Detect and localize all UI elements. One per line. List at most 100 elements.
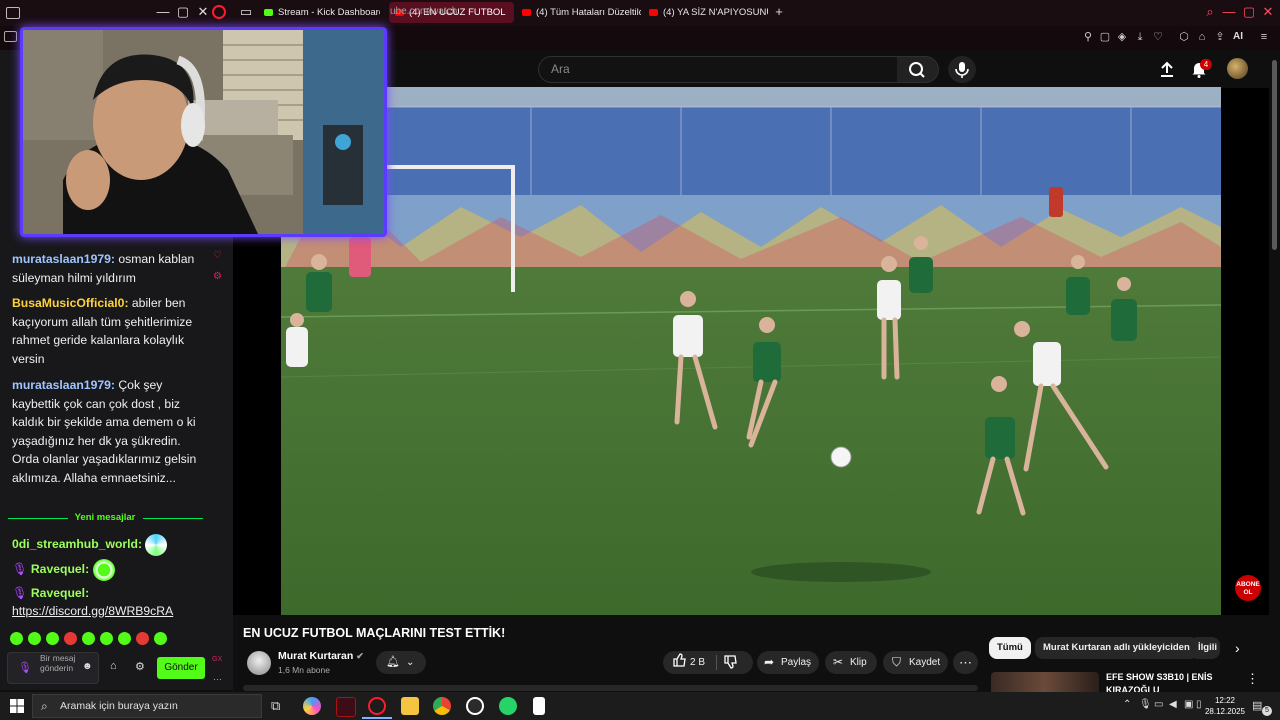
thumbs-down-icon[interactable]	[723, 651, 737, 674]
like-count: 2 B	[690, 657, 706, 668]
tab-kick-dashboard[interactable]: Stream - Kick Dashboard	[258, 2, 380, 23]
chat-username[interactable]: BusaMusicOfficial0	[12, 296, 124, 310]
share-button[interactable]: ➦ Paylaş	[757, 651, 819, 674]
voice-search-button[interactable]	[948, 56, 976, 83]
minimize-icon[interactable]: —	[156, 5, 170, 19]
sidebar-toggle-icon[interactable]	[6, 7, 20, 19]
notification-center-icon[interactable]: ▤	[1252, 699, 1262, 712]
heart-icon[interactable]: ♡	[1152, 31, 1164, 43]
chat-cut-line	[0, 236, 233, 250]
address-url[interactable]: ube.com/watch	[390, 6, 457, 17]
ai-button[interactable]: AI	[1233, 31, 1243, 42]
emote-icon[interactable]	[154, 632, 167, 645]
chat-username[interactable]: Ravequel	[31, 586, 85, 600]
battery-icon[interactable]: ▯	[1196, 699, 1202, 710]
shield-icon[interactable]: ◈	[1116, 31, 1128, 43]
kick-app-icon[interactable]	[336, 697, 356, 717]
chat-input[interactable]: 🎙︎ Bir mesaj gönderin ☻	[7, 652, 99, 684]
related-more-icon[interactable]: ⋮	[1246, 671, 1259, 687]
description-box[interactable]	[243, 685, 978, 691]
tab-overview-icon[interactable]: ▭	[239, 5, 253, 19]
page-scrollbar[interactable]	[1270, 50, 1280, 690]
subscribed-button[interactable]: 🔔︎ ⌄	[376, 651, 426, 674]
copilot-icon[interactable]	[303, 697, 321, 715]
app-icon[interactable]	[466, 697, 484, 715]
search-button[interactable]	[897, 56, 939, 83]
opera-app-icon[interactable]	[368, 697, 386, 715]
chip-all[interactable]: Tümü	[989, 637, 1031, 659]
upload-button[interactable]	[1158, 60, 1176, 83]
gift-icon[interactable]: ♡	[213, 250, 222, 261]
channel-avatar[interactable]	[247, 651, 271, 675]
clip-button[interactable]: ✂ Klip	[825, 651, 877, 674]
chip-from-uploader[interactable]: Murat Kurtaran adlı yükleyiciden	[1035, 637, 1198, 659]
notepad-icon[interactable]	[533, 697, 545, 715]
snapshot-icon[interactable]: ▢	[1099, 31, 1111, 43]
emote-icon[interactable]	[64, 632, 77, 645]
emoji-icon[interactable]: ☻	[82, 661, 93, 672]
related-video-thumbnail[interactable]	[991, 672, 1099, 692]
wallet-icon[interactable]: ⌂	[1196, 31, 1208, 43]
scrollbar-thumb[interactable]	[1272, 60, 1277, 250]
whatsapp-icon[interactable]	[499, 697, 517, 715]
file-explorer-icon[interactable]	[401, 697, 419, 715]
send-button[interactable]: Gönder	[157, 657, 205, 679]
emote-icon[interactable]	[10, 632, 23, 645]
volume-icon[interactable]: ◀	[1169, 699, 1177, 710]
camera-icon[interactable]: ▣	[1184, 699, 1193, 710]
chat-message: 🎙︎ Ravequel:	[12, 559, 207, 581]
emote-icon[interactable]	[136, 632, 149, 645]
chevron-up-icon[interactable]: ⌃	[1123, 699, 1131, 710]
chat-settings-icon[interactable]: ⚙	[135, 660, 145, 673]
taskbar-clock[interactable]: 12:22 28.12.2025	[1202, 695, 1248, 717]
task-view-icon[interactable]: ⧉	[271, 698, 280, 714]
video-player[interactable]	[281, 87, 1221, 615]
maximize-icon[interactable]: ▢	[176, 5, 190, 19]
microphone-tray-icon[interactable]: 🎙︎	[1139, 699, 1152, 710]
chat-message: 0di_streamhub_world:	[12, 534, 207, 556]
pin-icon[interactable]: ⚲	[1082, 31, 1094, 43]
chrome-icon[interactable]	[433, 697, 451, 715]
account-avatar[interactable]	[1227, 58, 1248, 79]
emote-icon[interactable]	[28, 632, 41, 645]
window-minimize-icon[interactable]: —	[1222, 5, 1236, 19]
verified-icon: ✔	[356, 651, 364, 661]
vpn-icon[interactable]	[4, 31, 17, 42]
channel-name[interactable]: Murat Kurtaran ✔	[278, 650, 364, 662]
opera-logo-icon[interactable]	[212, 5, 226, 19]
share-page-icon[interactable]: ⇪	[1214, 31, 1226, 43]
window-maximize-icon[interactable]: ▢	[1242, 5, 1256, 19]
search-input[interactable]: Ara	[538, 56, 898, 83]
more-options-icon[interactable]: ⋯	[213, 674, 222, 685]
taskbar-search-input[interactable]: ⌕ Aramak için buraya yazın	[32, 694, 262, 718]
thumbs-up-icon[interactable]	[672, 651, 686, 674]
start-button[interactable]	[10, 699, 24, 718]
emote-icon[interactable]	[46, 632, 59, 645]
extensions-icon[interactable]: ⬡	[1178, 31, 1190, 43]
download-icon[interactable]: ⤓	[1134, 31, 1146, 43]
search-tabs-icon[interactable]: ⌕	[1203, 5, 1217, 19]
new-tab-icon[interactable]: +	[772, 5, 786, 19]
menu-icon[interactable]: ≡	[1258, 31, 1270, 43]
emote-icon[interactable]	[82, 632, 95, 645]
subscribe-watermark[interactable]: ABONE OL	[1235, 575, 1261, 601]
chat-link[interactable]: https://discord.gg/8WRB9cRA	[12, 602, 207, 621]
emote-icon[interactable]	[118, 632, 131, 645]
tab-ya-siz[interactable]: (4) YA SİZ N'APIYOSUNUZ	[643, 2, 768, 23]
tab-tum-hatalari[interactable]: (4) Tüm Hataları Düzeltildi	[516, 2, 641, 23]
chip-related[interactable]: İlgili	[1190, 637, 1220, 659]
chat-username[interactable]: murataslaan1979	[12, 378, 111, 392]
chevron-right-icon[interactable]: ›	[1235, 640, 1240, 656]
chat-username[interactable]: murataslaan1979	[12, 252, 111, 266]
emote-icon[interactable]	[100, 632, 113, 645]
save-button[interactable]: ⛉ Kaydet	[883, 651, 948, 674]
network-icon[interactable]: ▭	[1154, 699, 1163, 710]
more-actions-button[interactable]: ⋯	[953, 651, 978, 674]
youtube-favicon-icon	[649, 9, 658, 16]
chat-username[interactable]: Ravequel	[31, 562, 85, 576]
close-icon[interactable]: ✕	[196, 5, 210, 19]
settings-gear-icon[interactable]: ⚙	[213, 271, 222, 282]
store-icon[interactable]: ⌂	[110, 660, 117, 672]
chat-username[interactable]: 0di_streamhub_world	[12, 537, 138, 551]
window-close-icon[interactable]: ✕	[1261, 5, 1275, 19]
